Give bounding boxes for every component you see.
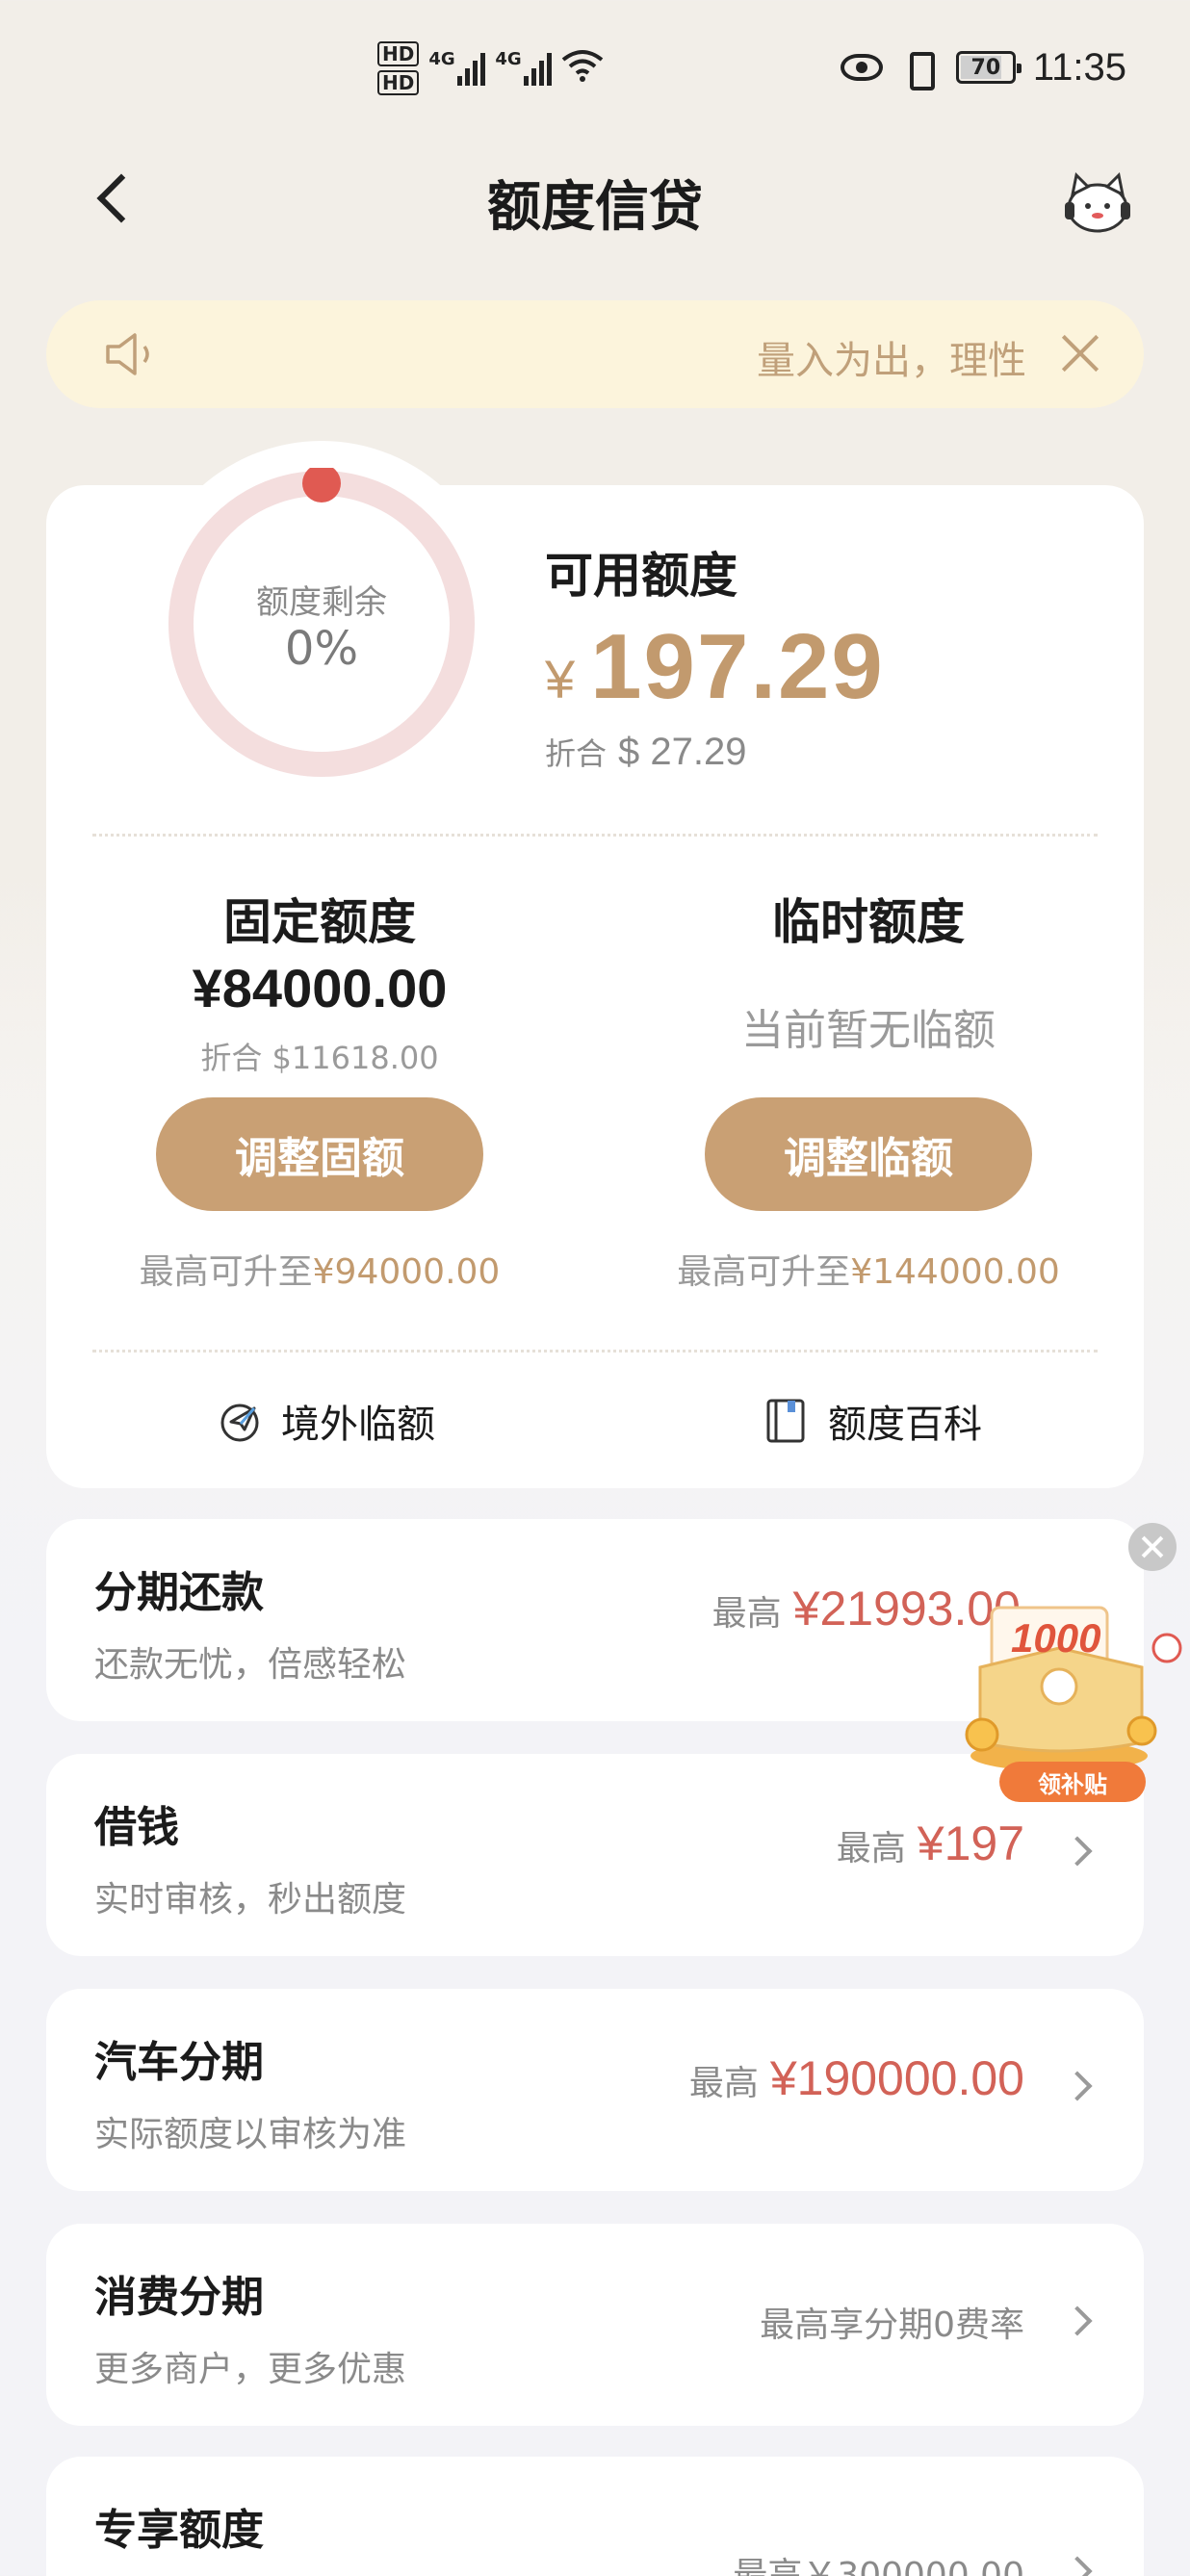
credit-wiki-link[interactable]: 额度百科 xyxy=(763,1390,982,1452)
remaining-ring: 额度剩余 0% xyxy=(166,464,478,780)
product-car-installment[interactable]: 汽车分期 实际额度以审核为准 最高 ¥190000.00 xyxy=(46,1989,1144,2191)
mascot-icon[interactable] xyxy=(1059,162,1136,239)
eye-icon xyxy=(840,54,883,81)
product-max: 最高享分期0费率 xyxy=(760,2297,1024,2347)
chevron-right-icon xyxy=(1062,2556,1093,2576)
ring-percent: 0% xyxy=(284,622,359,676)
temp-title: 临时额度 xyxy=(772,894,965,950)
temp-max-amount: ¥144000.00 xyxy=(850,1252,1060,1292)
product-title: 消费分期 xyxy=(94,2273,264,2322)
divider xyxy=(92,834,1098,837)
product-title: 分期还款 xyxy=(94,1568,264,1617)
product-max-amount: ¥197 xyxy=(917,1816,1024,1870)
fixed-max-prefix: 最高可升至 xyxy=(139,1252,313,1292)
network-type-1: 4G xyxy=(428,49,455,69)
chevron-right-icon xyxy=(1062,2071,1093,2101)
page-title: 额度信贷 xyxy=(487,176,703,239)
fixed-equivalent: 折合 $11618.00 xyxy=(200,1040,439,1076)
product-max-amount: ¥190000.00 xyxy=(769,2051,1024,2105)
signal-icon-2: 4G xyxy=(495,49,553,86)
subsidy-promo[interactable]: 1000 领补贴 xyxy=(953,1523,1190,1802)
fixed-max-line: 最高可升至¥94000.00 xyxy=(69,1244,570,1294)
divider xyxy=(92,1350,1098,1352)
header: 额度信贷 xyxy=(0,144,1190,250)
product-title: 借钱 xyxy=(94,1803,179,1852)
adjust-fixed-button[interactable]: 调整固额 xyxy=(156,1097,483,1211)
notice-bar[interactable]: 量入为出，理性 xyxy=(46,300,1144,408)
product-exclusive-limit[interactable]: 专享额度 最高￥300000.00 xyxy=(46,2457,1144,2576)
network-type-2: 4G xyxy=(495,49,522,69)
product-subtitle: 更多商户，更多优惠 xyxy=(94,2350,407,2389)
product-max-text: 最高享分期0费率 xyxy=(760,2306,1024,2345)
credit-wiki-label: 额度百科 xyxy=(828,1403,982,1447)
product-max: 最高 ¥190000.00 xyxy=(689,2050,1024,2106)
wifi-icon xyxy=(561,48,604,90)
available-title: 可用额度 xyxy=(545,548,737,604)
product-subtitle: 还款无忧，倍感轻松 xyxy=(94,1645,407,1685)
promo-badge: 1000 xyxy=(1011,1615,1101,1661)
available-value: 197.29 xyxy=(590,615,885,718)
battery-level: 70 xyxy=(970,55,1001,80)
chevron-right-icon xyxy=(1062,2306,1093,2336)
promo-close-icon[interactable] xyxy=(1128,1523,1177,1571)
ring-label: 额度剩余 xyxy=(256,583,387,622)
hd-badge-2: HD xyxy=(377,70,420,95)
product-max-prefix: 最高 xyxy=(836,1829,906,1868)
overseas-temp-link[interactable]: 境外临额 xyxy=(216,1390,435,1452)
product-subtitle: 实际额度以审核为准 xyxy=(94,2115,407,2154)
temp-max-prefix: 最高可升至 xyxy=(677,1252,851,1292)
product-max: 最高￥300000.00 xyxy=(733,2547,1024,2576)
ring-dot xyxy=(302,464,341,502)
book-icon xyxy=(763,1397,811,1445)
vibrate-icon xyxy=(900,48,939,90)
speaker-icon xyxy=(102,329,160,379)
plane-globe-icon xyxy=(216,1397,264,1445)
hd-indicators: HD HD xyxy=(377,41,420,95)
status-right: 70 11:35 xyxy=(840,39,1126,96)
close-icon[interactable] xyxy=(1059,331,1103,375)
product-subtitle: 实时审核，秒出额度 xyxy=(94,1880,407,1919)
product-title: 专享额度 xyxy=(94,2506,264,2555)
hd-badge-1: HD xyxy=(377,41,420,66)
battery-icon: 70 xyxy=(955,51,1022,84)
adjust-temp-button[interactable]: 调整临额 xyxy=(705,1097,1032,1211)
overseas-temp-label: 境外临额 xyxy=(281,1403,435,1447)
available-currency: ¥ xyxy=(545,649,576,709)
temp-max-line: 最高可升至¥144000.00 xyxy=(618,1244,1119,1294)
available-equivalent: 折合 $ 27.29 xyxy=(545,730,746,774)
network-indicators: HD HD 4G 4G xyxy=(377,35,604,102)
fixed-amount: ¥84000.00 xyxy=(192,958,448,1018)
available-amount: ¥ 197.29 xyxy=(545,614,885,720)
product-max-prefix: 最高 xyxy=(711,1594,782,1634)
chevron-right-icon xyxy=(1062,1836,1093,1867)
promo-tag: 领补贴 xyxy=(999,1762,1146,1802)
temp-none-text: 当前暂无临额 xyxy=(741,1006,996,1055)
signal-icon-1: 4G xyxy=(428,49,486,86)
status-bar: HD HD 4G 4G 70 11:35 xyxy=(0,0,1190,135)
clock: 11:35 xyxy=(1032,45,1126,89)
product-max: 最高 ¥197 xyxy=(837,1816,1024,1871)
product-max-text: 最高￥300000.00 xyxy=(733,2556,1024,2576)
fixed-max-amount: ¥94000.00 xyxy=(312,1252,501,1292)
product-consumer-installment[interactable]: 消费分期 更多商户，更多优惠 最高享分期0费率 xyxy=(46,2224,1144,2426)
equiv-value: $ 27.29 xyxy=(618,731,747,773)
product-max-prefix: 最高 xyxy=(688,2064,759,2103)
product-title: 汽车分期 xyxy=(94,2038,264,2087)
notice-text: 量入为出，理性 xyxy=(757,339,1026,383)
fixed-title: 固定额度 xyxy=(223,894,416,950)
equiv-label: 折合 xyxy=(545,735,608,772)
